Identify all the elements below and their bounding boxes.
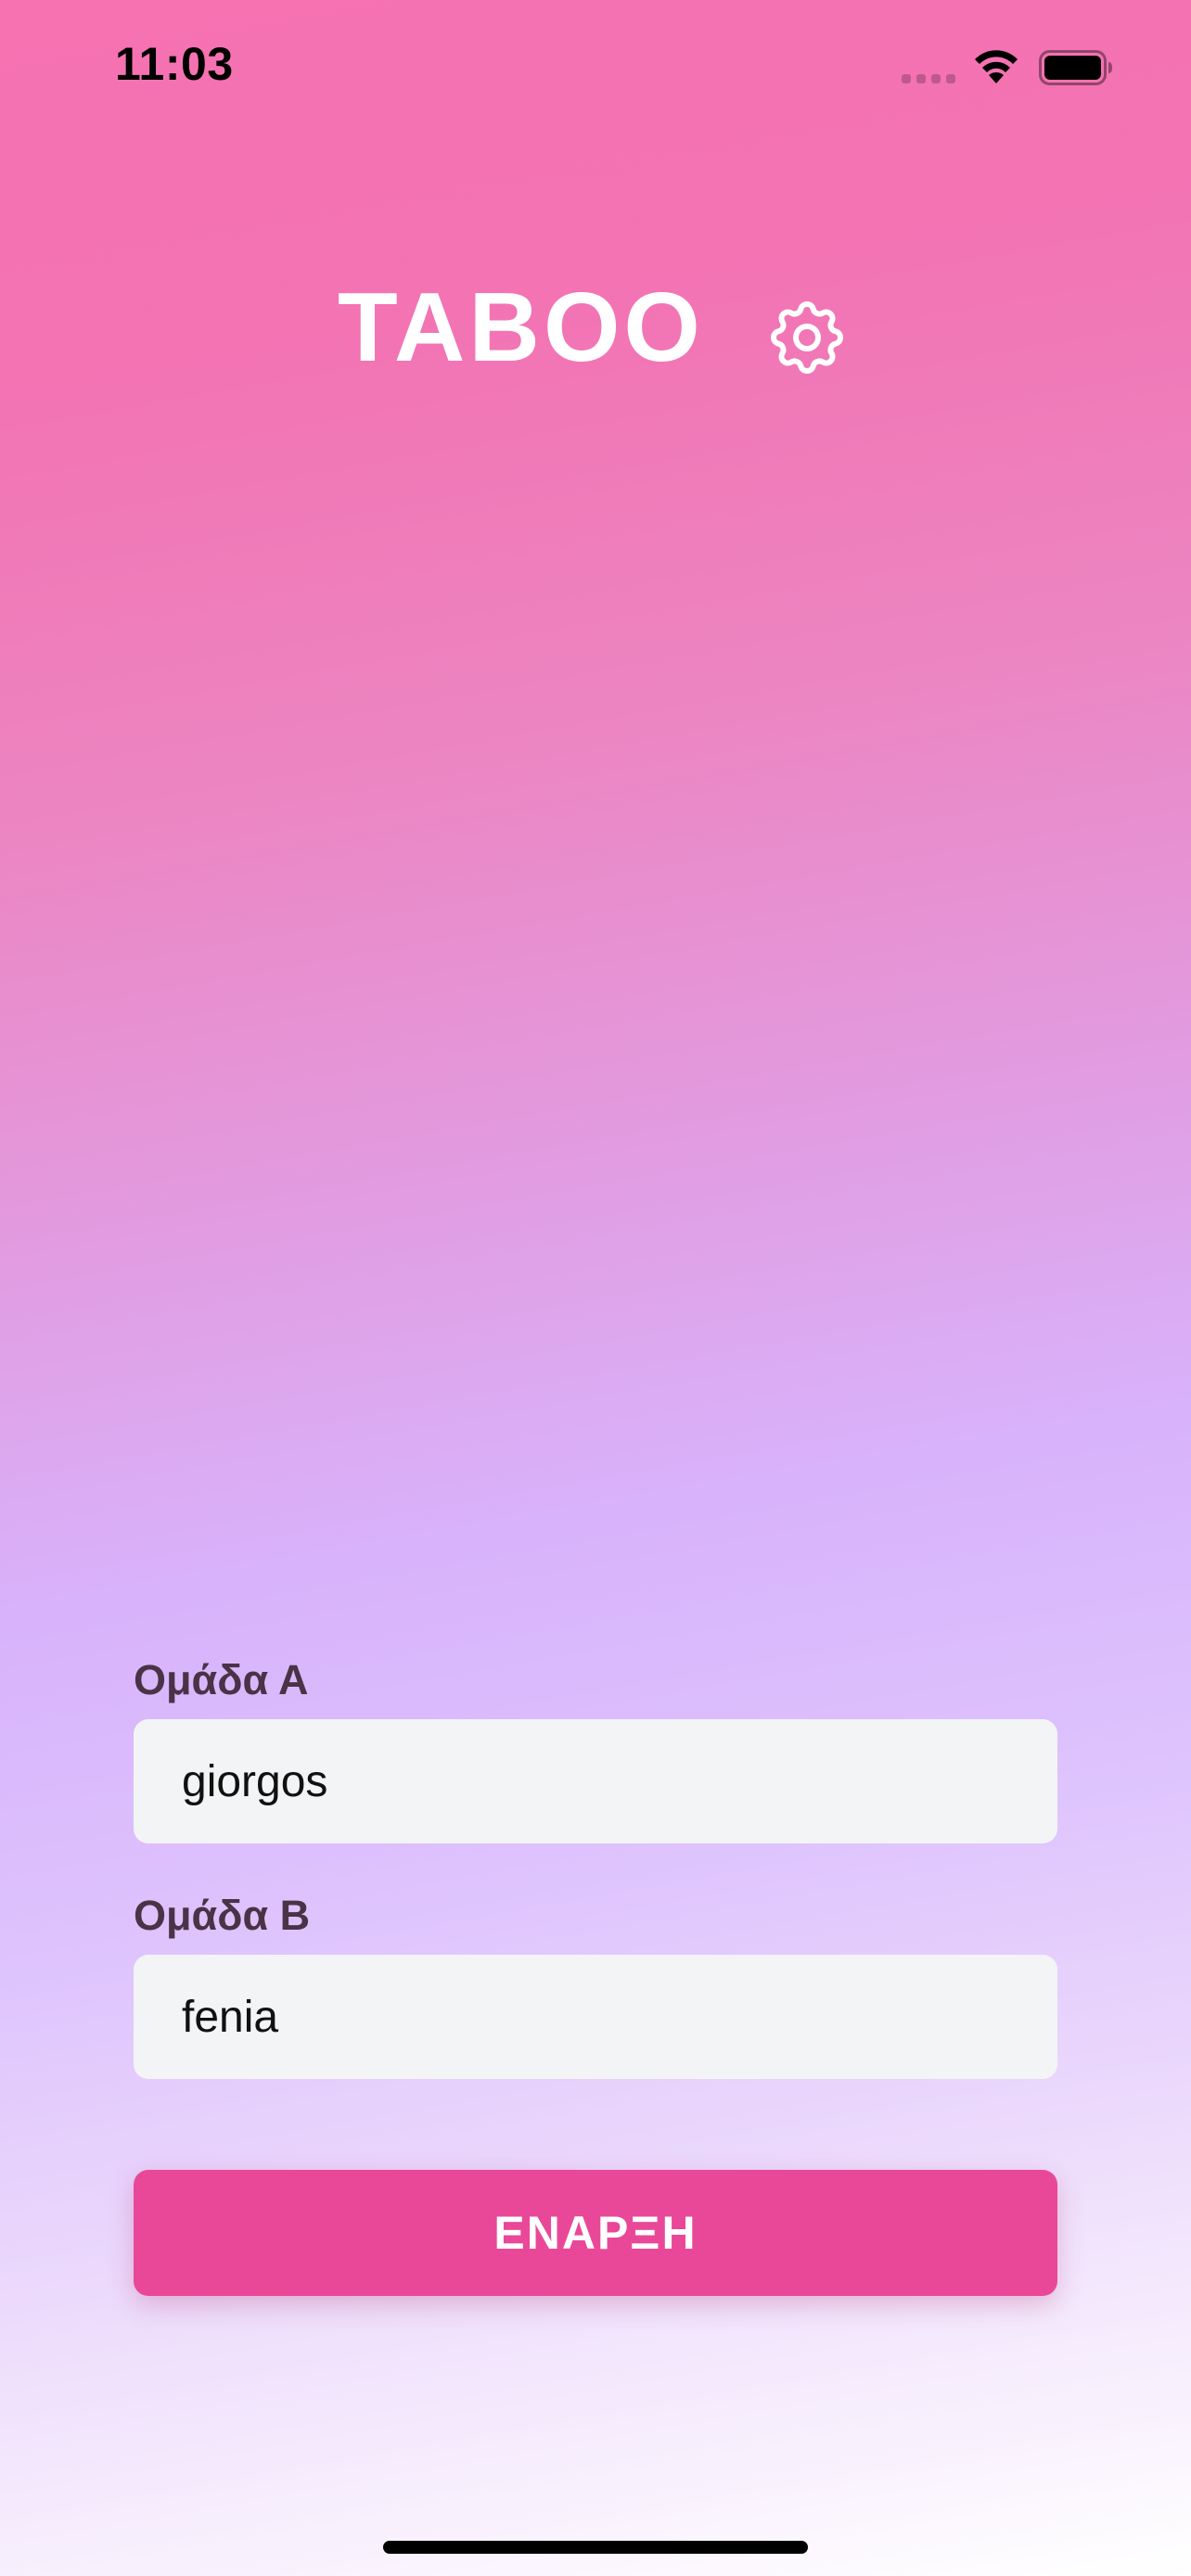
battery-icon	[1039, 50, 1112, 85]
app-title: TABOO	[338, 273, 704, 382]
gear-icon[interactable]	[762, 293, 852, 382]
team-b-label: Ομάδα Β	[134, 1892, 311, 1939]
start-button[interactable]: ΕΝΑΡΞΗ	[134, 2170, 1057, 2296]
team-a-input[interactable]	[134, 1719, 1057, 1843]
team-b-input[interactable]	[134, 1955, 1057, 2079]
wifi-icon	[975, 50, 1018, 83]
team-a-label: Ομάδα Α	[134, 1656, 309, 1703]
status-bar: 11:03	[0, 0, 1191, 139]
home-indicator[interactable]	[383, 2541, 808, 2554]
status-time: 11:03	[115, 38, 234, 90]
cellular-signal-icon	[902, 74, 957, 83]
